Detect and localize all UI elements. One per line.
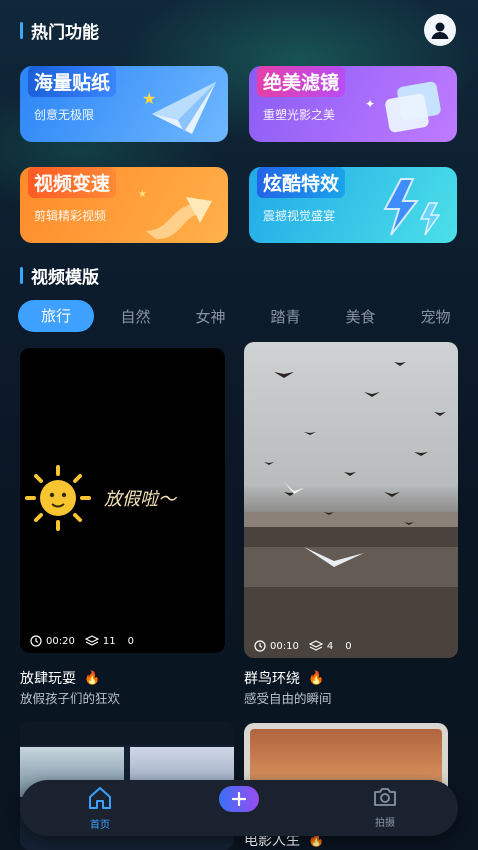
layers-icon — [308, 640, 323, 651]
nav-camera-label: 拍摄 — [375, 818, 395, 829]
profile-avatar-button[interactable] — [424, 14, 456, 46]
birds-photo — [244, 362, 458, 658]
card-subtitle: 创意无极限 — [34, 108, 95, 122]
tab-travel[interactable]: 旅行 — [18, 300, 94, 332]
video-meta: 00:10 4 0 — [254, 640, 352, 652]
hot-features-header: 热门功能 — [20, 18, 99, 43]
card-subtitle: 剪辑精彩视频 — [34, 209, 107, 223]
clock-icon — [30, 635, 42, 647]
lightning-icon — [383, 178, 441, 236]
layers-icon — [84, 635, 99, 646]
filter-layers-icon: ✦ — [365, 81, 441, 133]
plus-icon — [232, 792, 246, 806]
fire-icon: 🔥 — [84, 670, 101, 686]
hot-features-title: 热门功能 — [31, 23, 99, 43]
nav-camera[interactable]: 拍摄 — [365, 786, 405, 829]
video-title: 放肆玩耍 — [20, 671, 76, 687]
svg-text:★: ★ — [142, 89, 156, 108]
nav-home-label: 首页 — [90, 820, 110, 831]
bottom-nav: 首页 拍摄 — [20, 780, 458, 836]
tab-pets[interactable]: 宠物 — [398, 306, 473, 327]
card-subtitle: 重塑光影之美 — [263, 108, 336, 122]
video-layer-count: 4 — [326, 640, 334, 652]
video-templates-header: 视频模版 — [20, 263, 99, 288]
tab-outing[interactable]: 踏青 — [248, 306, 323, 327]
card-subtitle: 震撼视觉盛宴 — [263, 209, 336, 223]
video-description: 放假孩子们的狂欢 — [20, 691, 121, 706]
category-tabs: 旅行 自然 女神 踏青 美食 宠物 — [18, 300, 473, 332]
video-overlay-text: 放假啦～ — [104, 489, 176, 510]
feature-card-speed[interactable]: 视频变速 剪辑精彩视频 ★ — [20, 167, 228, 243]
video-count: 0 — [127, 635, 134, 647]
card-title: 炫酷特效 — [257, 167, 346, 198]
paper-plane-icon: ★ — [142, 82, 216, 134]
video-description: 感受自由的瞬间 — [244, 691, 332, 706]
video-duration: 00:10 — [270, 640, 299, 652]
card-title: 海量贴纸 — [28, 66, 117, 97]
clock-icon — [254, 640, 266, 652]
feature-card-stickers[interactable]: 海量贴纸 创意无极限 ★ — [20, 66, 228, 142]
user-icon — [431, 22, 449, 39]
video-thumbnail-holiday[interactable]: 放假啦～ 00:20 11 0 — [20, 348, 225, 653]
svg-text:✦: ✦ — [365, 97, 375, 111]
video-duration: 00:20 — [46, 635, 75, 647]
video-title-row: 群鸟环绕 🔥 — [244, 668, 324, 688]
camera-icon — [374, 788, 396, 806]
feature-card-effects[interactable]: 炫酷特效 震撼视觉盛宴 — [249, 167, 457, 243]
section-accent-bar — [20, 22, 23, 39]
video-title: 群鸟环绕 — [244, 671, 300, 687]
feature-card-filters[interactable]: 绝美滤镜 重塑光影之美 ✦ — [249, 66, 457, 142]
tab-nature[interactable]: 自然 — [98, 306, 173, 327]
nav-home[interactable]: 首页 — [80, 786, 120, 831]
card-title: 绝美滤镜 — [257, 66, 346, 97]
video-templates-title: 视频模版 — [31, 268, 99, 288]
video-meta: 00:20 11 0 — [30, 635, 134, 647]
card-title: 视频变速 — [28, 167, 117, 198]
video-thumbnail-birds[interactable]: 00:10 4 0 — [244, 342, 458, 658]
section-accent-bar — [20, 267, 23, 284]
video-title-row: 放肆玩耍 🔥 — [20, 668, 100, 688]
create-button[interactable] — [219, 786, 259, 812]
video-layer-count: 11 — [102, 635, 116, 647]
tab-goddess[interactable]: 女神 — [173, 306, 248, 327]
home-icon — [89, 787, 111, 809]
tab-food[interactable]: 美食 — [323, 306, 398, 327]
video-count: 0 — [345, 640, 352, 652]
svg-text:★: ★ — [138, 189, 147, 200]
fire-icon: 🔥 — [308, 670, 325, 686]
collage-top-bar — [20, 721, 234, 745]
speed-arrow-icon: ★ — [138, 189, 212, 239]
